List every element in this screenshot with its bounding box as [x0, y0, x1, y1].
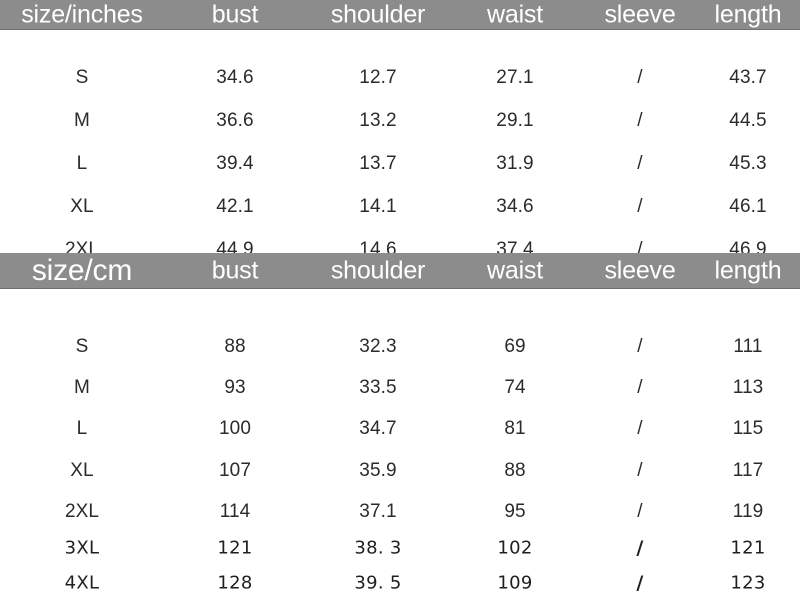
cell-sleeve: / [636, 537, 644, 559]
column-header-size: size/cm [31, 254, 133, 287]
cell-waist: 88 [504, 460, 526, 481]
cell-bust: 114 [219, 501, 251, 522]
cell-shoulder: 13.7 [359, 153, 397, 174]
cell-shoulder: 38. 3 [354, 537, 402, 559]
cell-length: 117 [732, 460, 764, 481]
cell-size: XL [70, 460, 94, 481]
cell-shoulder: 37.1 [359, 501, 397, 522]
cell-shoulder: 14.1 [359, 196, 397, 217]
cell-sleeve: / [637, 377, 643, 398]
cell-bust: 121 [217, 537, 253, 559]
cell-waist: 27.1 [496, 67, 534, 88]
column-header-length: length [714, 256, 782, 285]
cell-shoulder: 13.2 [359, 110, 397, 131]
cell-length: 115 [732, 418, 764, 439]
cell-waist: 29.1 [496, 110, 534, 131]
cell-length: 111 [733, 336, 763, 357]
cell-size: M [74, 377, 90, 398]
size-chart-cm: size/cm bust shoulder waist sleeve lengt… [0, 253, 800, 594]
cell-length: 119 [732, 501, 764, 522]
cell-length: 123 [730, 572, 766, 594]
cell-sleeve: / [637, 336, 643, 357]
column-header-shoulder: shoulder [330, 0, 426, 29]
cell-shoulder: 32.3 [359, 336, 397, 357]
cell-sleeve: / [637, 460, 643, 481]
column-header-waist: waist [487, 256, 543, 285]
cell-sleeve: / [637, 110, 643, 131]
cell-sleeve: / [637, 67, 643, 88]
table-body-inches: S 34.6 12.7 27.1 / 43.7 M 36.6 13.2 29.1 / 44.5 L 39.… [0, 30, 800, 260]
cell-bust: 100 [218, 418, 252, 439]
cell-size: XL [70, 196, 94, 217]
table-body-cm: S 88 32.3 69 / 111 M 93 33.5 74 / 113 L 100 34.7 81 / 115… [0, 289, 800, 594]
column-header-bust: bust [211, 0, 259, 29]
cell-size: L [76, 153, 88, 174]
size-chart-inches: size/inches bust shoulder waist sleeve l… [0, 0, 800, 260]
cell-waist: 109 [497, 572, 533, 594]
cell-length: 44.5 [729, 110, 767, 131]
cell-length: 113 [732, 377, 764, 398]
column-header-waist: waist [487, 0, 543, 29]
cell-bust: 88 [224, 336, 246, 357]
table-header-inches: size/inches bust shoulder waist sleeve l… [0, 0, 800, 30]
column-header-size: size/inches [21, 0, 143, 29]
cell-length: 43.7 [729, 67, 767, 88]
cell-bust: 107 [218, 460, 252, 481]
cell-waist: 81 [504, 418, 526, 439]
cell-waist: 95 [504, 501, 526, 522]
column-header-sleeve: sleeve [604, 0, 676, 29]
column-header-bust: bust [211, 256, 259, 285]
column-header-shoulder: shoulder [330, 256, 426, 285]
cell-shoulder: 39. 5 [354, 572, 402, 594]
column-header-length: length [714, 0, 782, 29]
cell-bust: 42.1 [216, 196, 254, 217]
cell-waist: 31.9 [496, 153, 534, 174]
cell-size: 3XL [64, 537, 100, 559]
cell-waist: 74 [504, 377, 526, 398]
cell-waist: 69 [504, 336, 526, 357]
cell-length: 46.1 [729, 196, 767, 217]
cell-bust: 34.6 [216, 67, 254, 88]
cell-shoulder: 34.7 [359, 418, 397, 439]
cell-bust: 128 [217, 572, 253, 594]
cell-shoulder: 12.7 [359, 67, 397, 88]
cell-bust: 39.4 [216, 153, 254, 174]
cell-waist: 102 [497, 537, 533, 559]
cell-sleeve: / [637, 501, 643, 522]
cell-length: 121 [730, 537, 766, 559]
cell-shoulder: 33.5 [359, 377, 397, 398]
cell-size: S [75, 67, 89, 88]
cell-length: 45.3 [729, 153, 767, 174]
cell-size: S [75, 336, 89, 357]
cell-sleeve: / [637, 196, 643, 217]
cell-size: 2XL [64, 501, 100, 522]
cell-shoulder: 35.9 [359, 460, 397, 481]
cell-bust: 93 [224, 377, 246, 398]
cell-size: 4XL [64, 572, 100, 594]
cell-sleeve: / [636, 572, 644, 594]
cell-sleeve: / [637, 418, 643, 439]
column-header-sleeve: sleeve [604, 256, 676, 285]
cell-size: M [74, 110, 90, 131]
cell-bust: 36.6 [216, 110, 254, 131]
cell-waist: 34.6 [496, 196, 534, 217]
table-header-cm: size/cm bust shoulder waist sleeve lengt… [0, 253, 800, 289]
cell-size: L [76, 418, 88, 439]
cell-sleeve: / [637, 153, 643, 174]
